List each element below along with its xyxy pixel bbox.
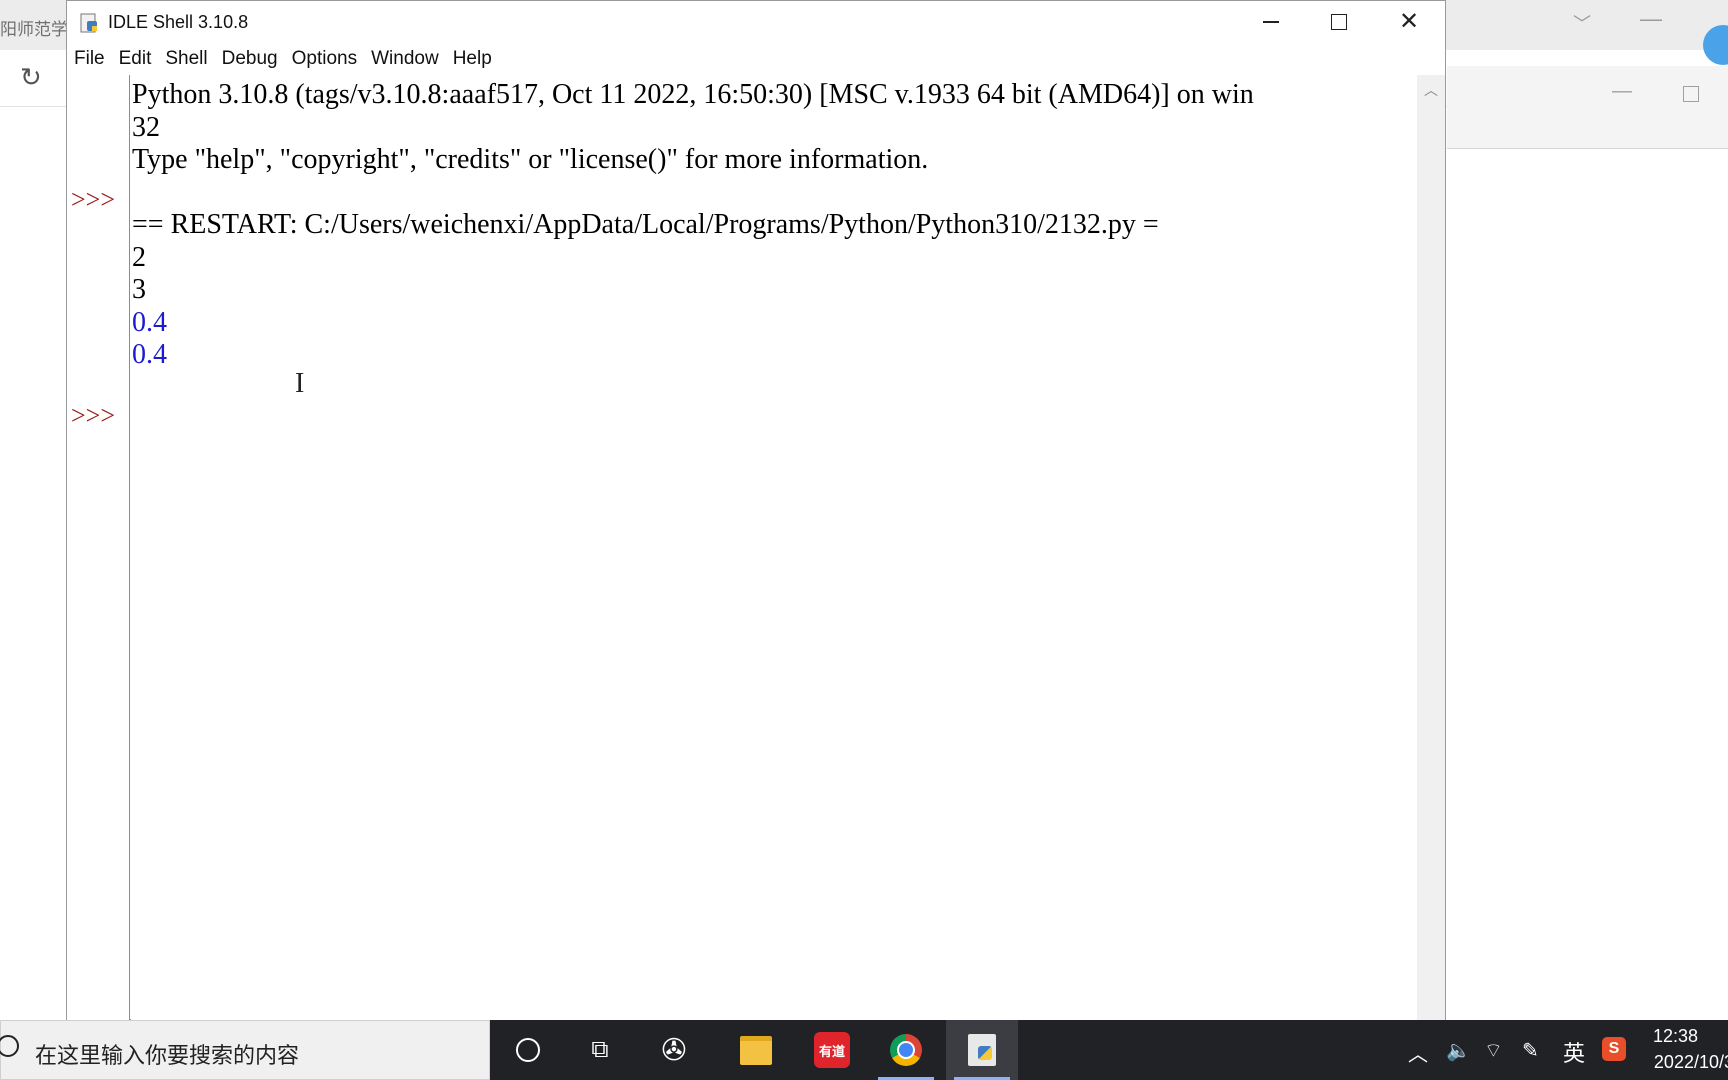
maximize-button[interactable] (1305, 1, 1373, 43)
close-button[interactable]: ✕ (1375, 1, 1443, 43)
menu-help[interactable]: Help (453, 48, 492, 70)
show-hidden-icons-icon[interactable]: ︿ (1408, 1038, 1428, 1067)
maximize-icon[interactable] (1683, 86, 1699, 102)
menu-bar: File Edit Shell Debug Options Window Hel… (67, 43, 1445, 75)
window-title: IDLE Shell 3.10.8 (108, 12, 249, 32)
pinwheel-icon: ✇ (661, 1033, 687, 1067)
close-icon: ✕ (1398, 8, 1420, 35)
cortana-button[interactable] (492, 1020, 564, 1080)
youdao-icon: 有道 (814, 1032, 850, 1068)
chrome-icon (890, 1034, 922, 1066)
shell-prompt: >>> (71, 401, 115, 430)
title-bar[interactable]: IDLE Shell 3.10.8 ✕ (67, 1, 1445, 43)
chrome-button[interactable] (870, 1020, 942, 1080)
shell-prompt: >>> (71, 185, 115, 214)
minimize-button[interactable] (1237, 1, 1305, 43)
task-view-icon: ⧉ (591, 1036, 609, 1063)
scroll-up-icon[interactable]: ︿ (1424, 80, 1438, 100)
menu-options[interactable]: Options (292, 48, 357, 70)
menu-file[interactable]: File (74, 48, 105, 70)
menu-debug[interactable]: Debug (222, 48, 278, 70)
cortana-icon (516, 1038, 540, 1062)
pen-icon[interactable]: ✎ (1522, 1038, 1539, 1063)
idle-taskbar-button[interactable] (946, 1020, 1018, 1080)
wifi-icon[interactable]: ⌔ (1484, 1038, 1503, 1063)
python-idle-icon (80, 13, 97, 33)
file-explorer-button[interactable] (720, 1020, 792, 1080)
file-explorer-icon (740, 1035, 772, 1065)
shell-line: Type "help", "copyright", "credits" or "… (132, 144, 929, 175)
pinwheel-app-button[interactable]: ✇ (638, 1020, 710, 1080)
search-placeholder: 在这里输入你要搜索的内容 (35, 1043, 300, 1068)
idle-shell-window: IDLE Shell 3.10.8 ✕ File Edit Shell Debu… (66, 0, 1446, 1021)
vertical-scrollbar[interactable]: ︿ (1417, 75, 1445, 1021)
task-view-button[interactable]: ⧉ (564, 1020, 636, 1080)
minimize-icon[interactable]: — (1612, 80, 1632, 103)
shell-output-line: 0.4 (132, 339, 167, 370)
shell-line: == RESTART: C:/Users/weichenxi/AppData/L… (132, 209, 1159, 240)
shell-line: 32 (132, 112, 160, 143)
minimize-icon[interactable]: — (1640, 6, 1662, 32)
menu-shell[interactable]: Shell (165, 48, 207, 70)
shell-output-line: 0.4 (132, 307, 167, 338)
clock-date[interactable]: 2022/10/3 (1654, 1052, 1728, 1073)
minimize-icon (1263, 21, 1279, 23)
search-icon (0, 1035, 19, 1057)
shell-line: 3 (132, 274, 146, 305)
sogou-icon[interactable]: S (1602, 1037, 1626, 1061)
taskbar: 在这里输入你要搜索的内容 ⧉ ✇ 有道 ︿ 🔈 ⌔ ✎ 英 S 12:38 20… (0, 1020, 1728, 1080)
browser-side-panel (1447, 66, 1728, 149)
shell-line: 2 (132, 242, 146, 273)
prompt-sidebar: >>> >>> (67, 75, 130, 1021)
chevron-down-icon[interactable]: ﹀ (1573, 10, 1591, 36)
youdao-button[interactable]: 有道 (796, 1020, 868, 1080)
shell-text-area[interactable]: Python 3.10.8 (tags/v3.10.8:aaaf517, Oct… (131, 75, 1417, 1021)
volume-icon[interactable]: 🔈 (1446, 1038, 1471, 1063)
menu-window[interactable]: Window (371, 48, 439, 70)
clock-time[interactable]: 12:38 (1653, 1026, 1698, 1047)
refresh-icon[interactable]: ↻ (20, 64, 42, 90)
text-cursor-icon: I (295, 368, 305, 399)
input-language[interactable]: 英 (1563, 1036, 1585, 1068)
taskbar-search-box[interactable]: 在这里输入你要搜索的内容 (0, 1020, 490, 1080)
maximize-icon (1331, 14, 1347, 30)
menu-edit[interactable]: Edit (119, 48, 152, 70)
shell-line: Python 3.10.8 (tags/v3.10.8:aaaf517, Oct… (132, 79, 1254, 110)
python-idle-icon (968, 1034, 996, 1066)
